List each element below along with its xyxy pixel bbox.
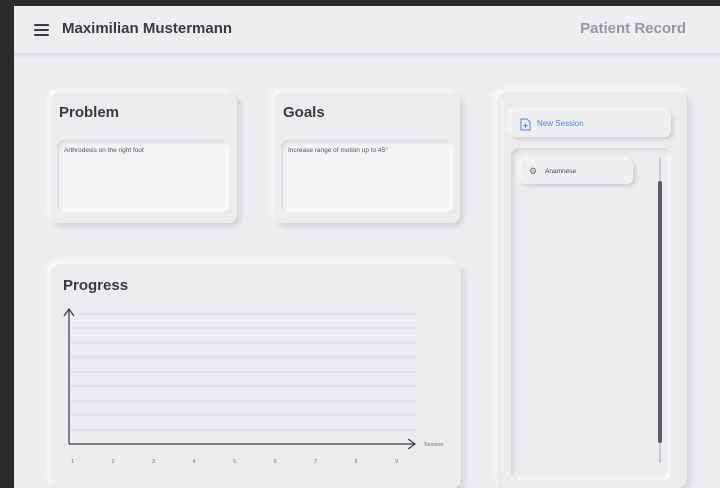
x-axis-label: Session [424, 442, 444, 448]
goals-title: Goals [283, 104, 325, 121]
goals-card: Goals Increase range of motion up to 45° [274, 93, 460, 223]
goals-text: Increase range of motion up to 45° [288, 147, 388, 154]
patient-name: Maximilian Mustermann [62, 20, 233, 37]
new-document-icon [520, 118, 531, 131]
x-tick-label: 9 [395, 459, 398, 465]
goals-textbox[interactable]: Increase range of motion up to 45° [281, 140, 453, 212]
top-bar: Maximilian Mustermann Patient Record [14, 6, 720, 53]
x-tick-label: 1 [71, 459, 74, 465]
session-panel: New Session ⚙ Anamnese [497, 92, 687, 488]
progress-chart: Session 1 2 3 4 5 6 7 8 9 [63, 307, 444, 465]
problem-title: Problem [59, 104, 120, 121]
hamburger-menu-icon[interactable] [34, 24, 49, 36]
new-session-button[interactable]: New Session [511, 111, 671, 137]
new-session-label: New Session [537, 119, 584, 128]
gear-icon: ⚙ [529, 166, 538, 176]
x-tick-label: 4 [193, 459, 196, 465]
problem-card: Problem Arthrodesis on the right foot [51, 93, 237, 223]
problem-textbox[interactable]: Arthrodesis on the right foot [57, 140, 229, 212]
problem-text: Arthrodesis on the right foot [64, 147, 144, 154]
session-scrollbar-thumb[interactable] [658, 181, 662, 443]
x-tick-label: 3 [152, 459, 155, 465]
app-window: Maximilian Mustermann Patient Record Pro… [14, 6, 720, 488]
x-tick-label: 6 [274, 459, 277, 465]
x-tick-label: 2 [112, 459, 115, 465]
session-item-anamnese[interactable]: ⚙ Anamnese [521, 160, 633, 184]
x-tick-label: 5 [233, 459, 236, 465]
screen-title: Patient Record [580, 20, 686, 37]
progress-card: Progress Session 123456789 [51, 264, 461, 488]
x-tick-label: 7 [314, 459, 317, 465]
session-item-label: Anamnese [545, 168, 577, 175]
session-list: ⚙ Anamnese [511, 148, 671, 480]
x-tick-label: 8 [355, 459, 358, 465]
